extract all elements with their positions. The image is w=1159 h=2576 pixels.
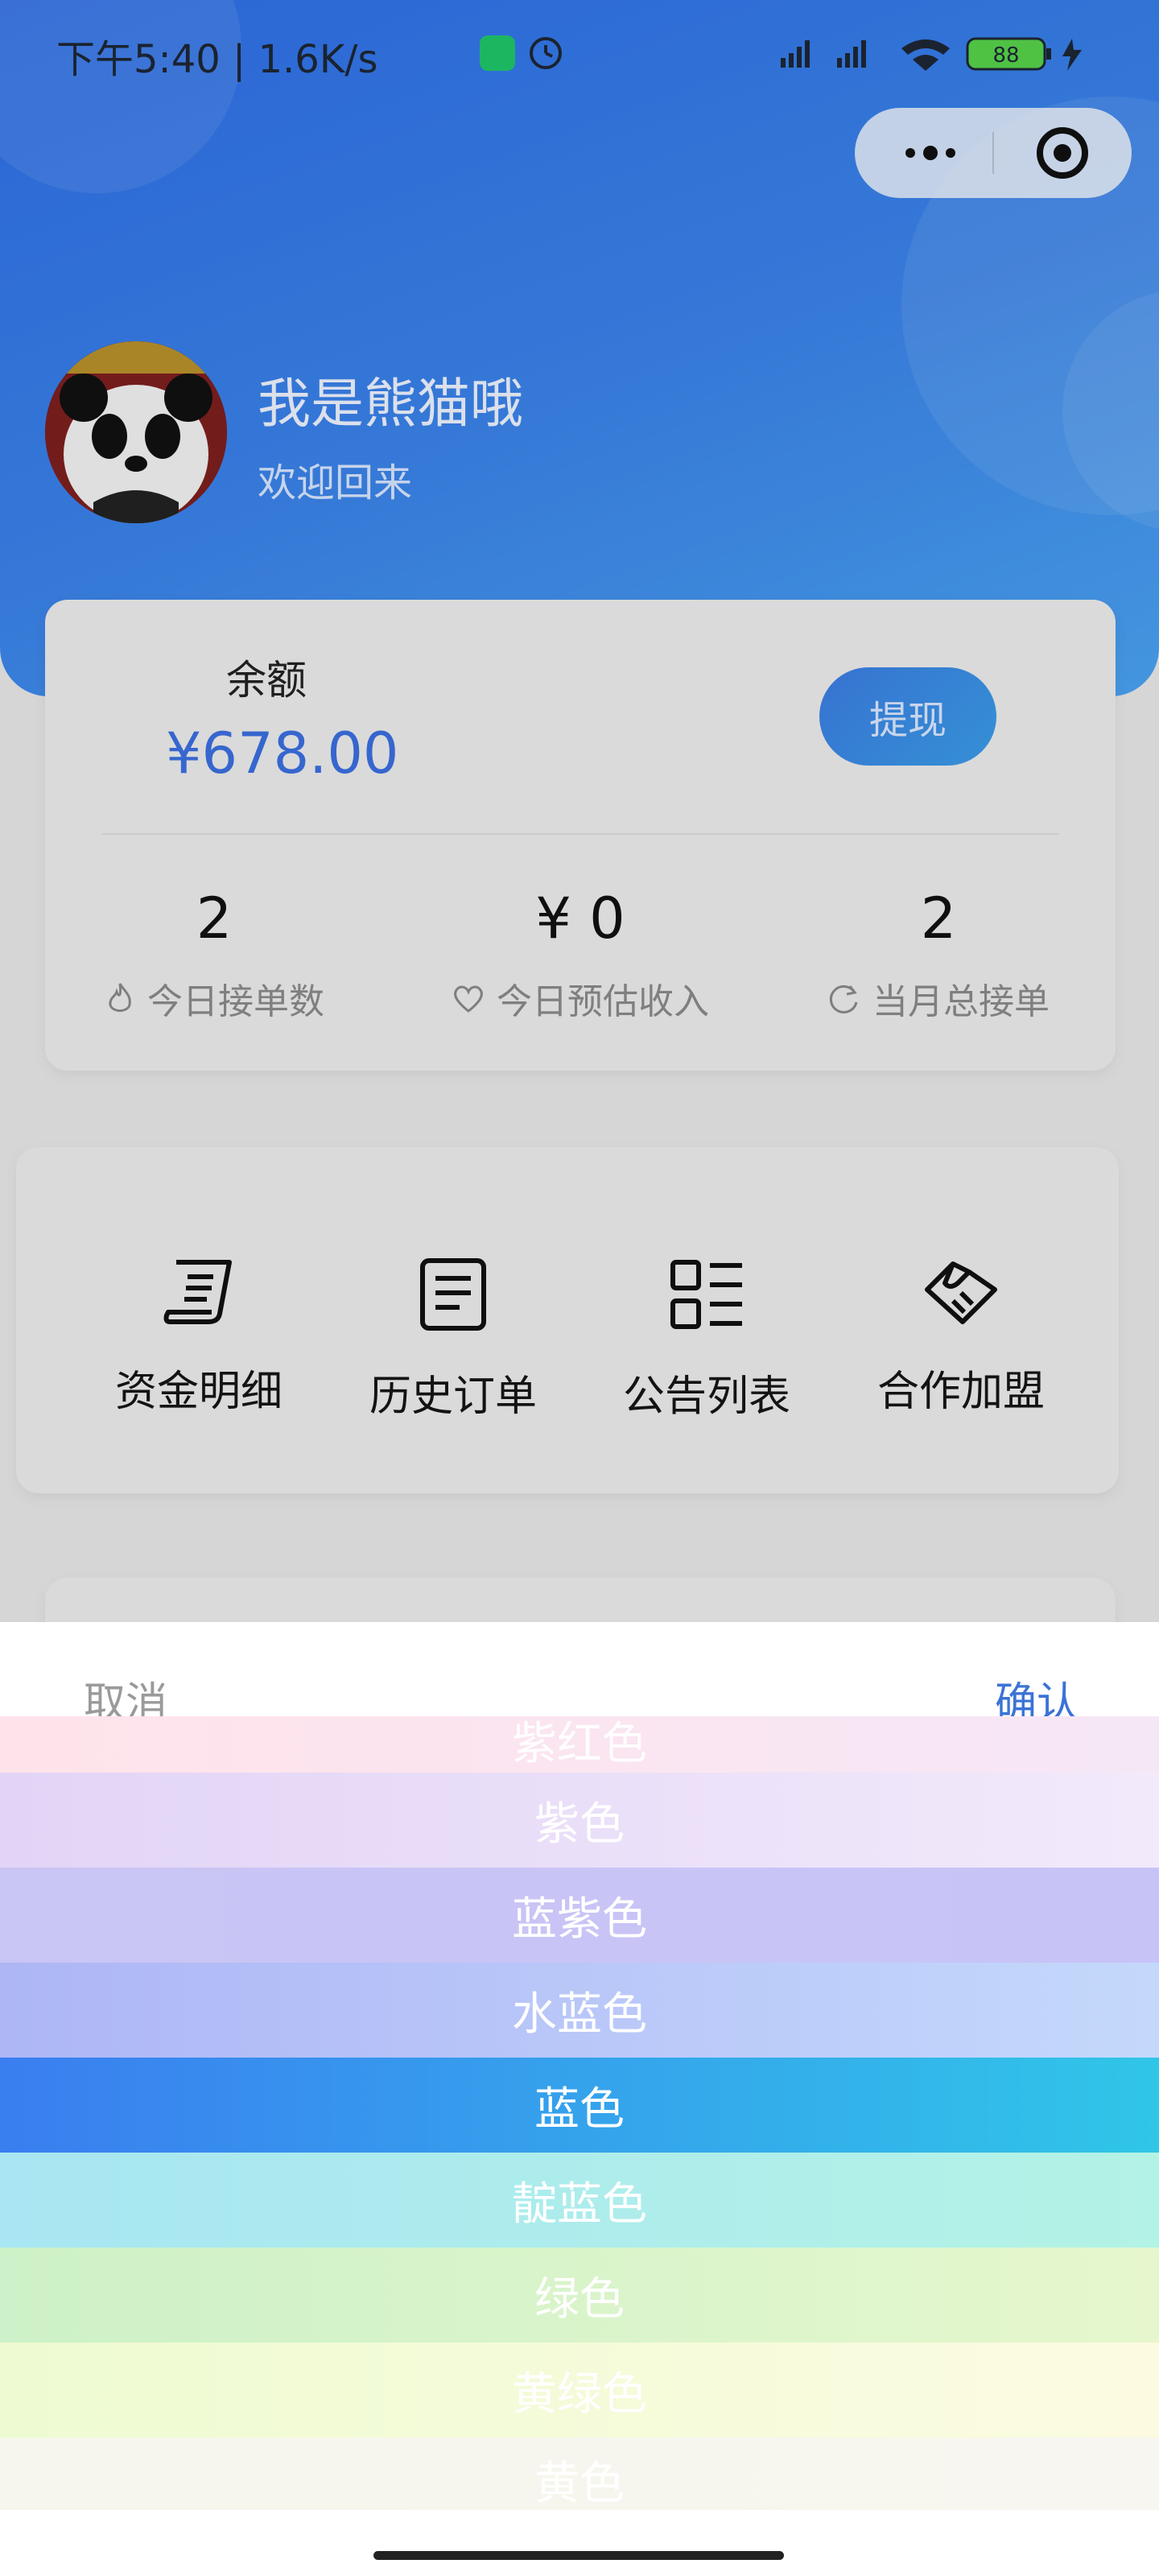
picker-option[interactable]: 靛蓝色 — [0, 2153, 1159, 2248]
home-indicator — [373, 2551, 784, 2560]
page: 下午5:40 | 1.6K/s 88 我是熊猫哦 欢迎回来 余额 ¥678.00… — [0, 0, 1159, 2576]
picker-option-selected[interactable]: 蓝色 — [0, 2058, 1159, 2153]
picker-option[interactable]: 紫红色 — [0, 1716, 1159, 1773]
picker-option[interactable]: 绿色 — [0, 2248, 1159, 2343]
picker-option[interactable]: 紫色 — [0, 1773, 1159, 1868]
picker-option[interactable]: 黄色 — [0, 2438, 1159, 2510]
picker-option[interactable]: 水蓝色 — [0, 1963, 1159, 2058]
modal-mask[interactable] — [0, 0, 1159, 1622]
picker-option[interactable]: 黄绿色 — [0, 2343, 1159, 2438]
picker-option[interactable]: 蓝紫色 — [0, 1868, 1159, 1963]
color-picker-sheet: 取消 确认 紫红色 紫色 蓝紫色 水蓝色 蓝色 靛蓝色 绿色 黄绿色 黄色 — [0, 1622, 1159, 2576]
picker-options[interactable]: 紫红色 紫色 蓝紫色 水蓝色 蓝色 靛蓝色 绿色 黄绿色 黄色 — [0, 1716, 1159, 2533]
